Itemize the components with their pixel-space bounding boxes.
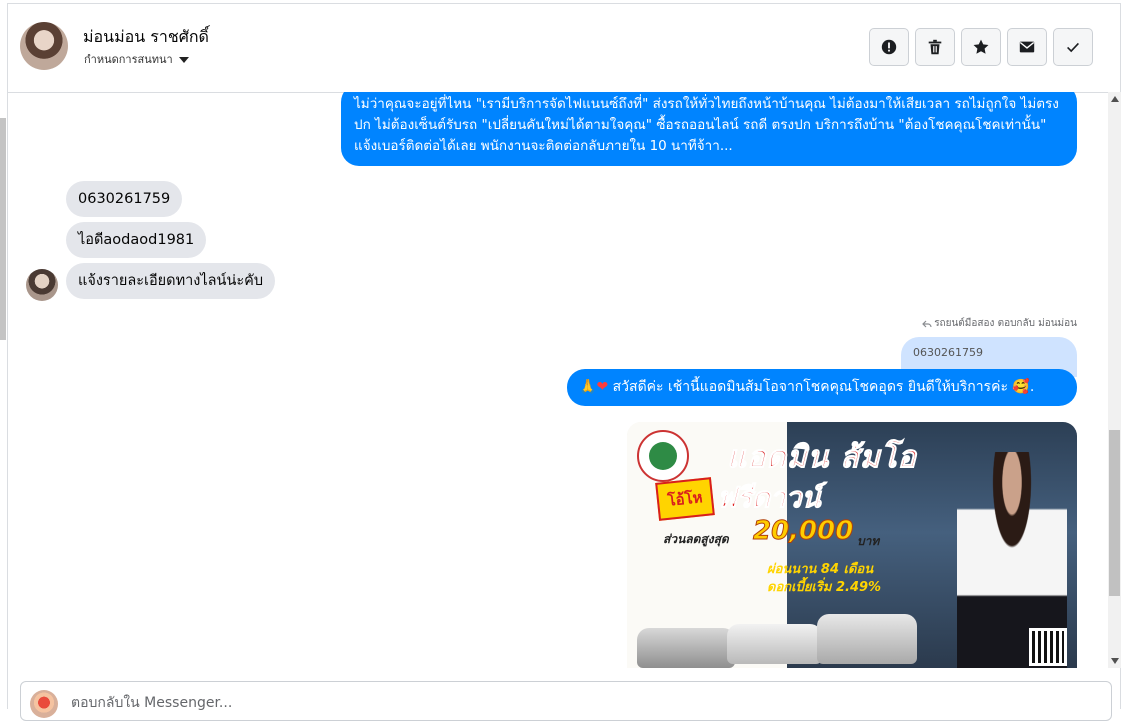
alert-icon [881, 39, 897, 55]
page-avatar [30, 690, 58, 718]
outgoing-message[interactable]: ไม่ว่าคุณจะอยู่ที่ไหน "เรามีบริการจัดไฟแ… [341, 92, 1077, 166]
promo-discount-unit: บาท [857, 534, 880, 548]
mark-unread-button[interactable] [1007, 28, 1047, 66]
contact-name[interactable]: ม่อนม่อน ราชศักดิ์ [83, 25, 209, 50]
star-button[interactable] [961, 28, 1001, 66]
scroll-down-arrow-icon[interactable] [1111, 658, 1119, 664]
header-actions [869, 28, 1093, 66]
pray-emoji-icon: 🙏 [579, 379, 597, 395]
reply-note-text: รถยนต์มือสอง ตอบกลับ ม่อนม่อน [934, 318, 1077, 329]
check-icon [1067, 42, 1079, 53]
trash-icon [928, 39, 942, 55]
car-photo-pickup-cage [817, 614, 917, 664]
promo-headline: ฟรีดาวน์ [717, 481, 822, 515]
scrollbar-thumb[interactable] [1109, 430, 1120, 596]
contact-avatar[interactable] [20, 22, 68, 70]
qr-code-icon [1029, 628, 1067, 666]
incoming-message[interactable]: แจ้งรายละเอียดทางไลน์น่ะคับ [66, 263, 276, 299]
delete-button[interactable] [915, 28, 955, 66]
reply-composer [20, 681, 1112, 721]
scroll-up-arrow-icon[interactable] [1111, 96, 1119, 102]
outer-scrollbar-thumb[interactable] [0, 118, 6, 340]
smile-hearts-emoji-icon: 🥰. [1012, 379, 1035, 395]
mark-spam-button[interactable] [869, 28, 909, 66]
conversation-schedule-dropdown[interactable]: กำหนดการสนทนา [84, 50, 189, 68]
conversation-status-label: กำหนดการสนทนา [84, 53, 173, 66]
outgoing-reply-message[interactable]: 🙏❤ สวัสดีค่ะ เช้านี้แอดมินส้มโอจากโชคคุณ… [567, 369, 1077, 406]
message-thread[interactable]: ไม่ว่าคุณจะอยู่ที่ไหน "เรามีบริการจัดไฟแ… [8, 92, 1108, 668]
envelope-icon [1019, 41, 1035, 53]
star-icon [973, 39, 989, 54]
conversation-header: ม่อนม่อน ราชศักดิ์ กำหนดการสนทนา [8, 4, 1120, 93]
promo-discount-amount: 20,000 [752, 516, 854, 547]
promo-discount-label: ส่วนลดสูงสุด [663, 532, 729, 546]
incoming-message[interactable]: ไอดีaodaod1981 [66, 222, 207, 258]
mark-done-button[interactable] [1053, 28, 1093, 66]
reply-input[interactable] [69, 694, 673, 712]
car-photo-sedan [637, 628, 735, 668]
reply-note: รถยนต์มือสอง ตอบกลับ ม่อนม่อน [922, 316, 1077, 331]
promo-badge: โอ้โห [655, 477, 715, 521]
heart-emoji-icon: ❤ [596, 379, 609, 395]
thread-scrollbar[interactable] [1108, 92, 1121, 668]
promo-image[interactable]: แอดมิน ส้มโอ โอ้โห ฟรีดาวน์ ส่วนลดสูงสุด… [627, 422, 1077, 668]
incoming-message[interactable]: 0630261759 [66, 181, 183, 217]
car-photo-pickup [727, 624, 822, 664]
promo-title: แอดมิน ส้มโอ [727, 440, 917, 476]
reply-arrow-icon [922, 320, 932, 327]
promo-interest: ดอกเบี้ยเริ่ม 2.49% [767, 580, 882, 595]
contact-avatar-small [26, 269, 58, 301]
caret-down-icon [178, 56, 189, 63]
outgoing-reply-text: สวัสดีค่ะ เช้านี้แอดมินส้มโอจากโชคคุณโชค… [608, 379, 1013, 395]
dealer-logo-icon [637, 430, 689, 482]
